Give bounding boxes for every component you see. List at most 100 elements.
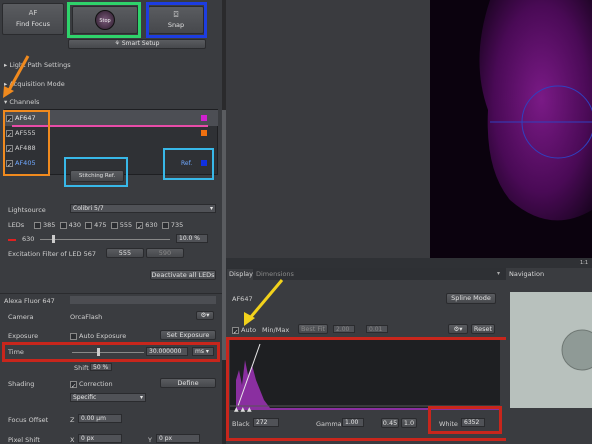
- smart-setup-icon: ⚘: [114, 40, 122, 47]
- set-exposure-button[interactable]: Set Exposure: [160, 330, 216, 340]
- led-wavelength: 385: [43, 221, 56, 229]
- checkbox-checked-icon[interactable]: ✓: [6, 144, 13, 154]
- led-wavelength: 555: [119, 221, 133, 229]
- channel-name: AF488: [15, 144, 36, 152]
- ref-label[interactable]: Ref.: [181, 160, 192, 167]
- find-focus-label: Find Focus: [16, 20, 50, 28]
- black-input[interactable]: 272: [253, 418, 279, 427]
- stitching-ref-button[interactable]: Stitching Ref.: [70, 170, 124, 182]
- checkbox-checked-icon[interactable]: ✓: [6, 129, 13, 139]
- pixel-y-input[interactable]: 0 px: [156, 434, 200, 443]
- camera-icon: ⌼: [173, 10, 179, 19]
- channel-color-swatch-af555[interactable]: [201, 130, 207, 136]
- find-focus-button[interactable]: AF Find Focus: [2, 3, 64, 35]
- channel-color-line: [12, 125, 208, 127]
- shift-input[interactable]: 50 %: [90, 363, 112, 371]
- channel-row-selected: [4, 110, 218, 126]
- deactivate-leds-button[interactable]: Deactivate all LEDs: [150, 270, 216, 280]
- histogram-markers[interactable]: ▲ ▲ ▲: [234, 406, 252, 413]
- spline-mode-button[interactable]: Spline Mode: [446, 293, 496, 304]
- navigation-preview[interactable]: [510, 292, 592, 408]
- lightsource-label: Lightsource: [8, 206, 46, 214]
- lightsource-select[interactable]: Colibri 5/7 ▾: [70, 204, 216, 213]
- channel-row-af647[interactable]: ✓ AF647: [6, 114, 36, 124]
- gear-icon: ⚙▾: [453, 325, 463, 333]
- smart-setup-button[interactable]: ⚘ Smart Setup: [68, 39, 206, 49]
- snap-label: Snap: [167, 21, 185, 29]
- correction-toggle[interactable]: ✓ Correction: [70, 380, 113, 390]
- channel-color-swatch-af405[interactable]: [201, 160, 207, 166]
- divider: [0, 293, 222, 294]
- channel-name: AF555: [15, 129, 36, 137]
- intensity-slider-handle[interactable]: [52, 235, 55, 243]
- black-label: Black: [232, 420, 250, 428]
- channel-name: AF647: [15, 114, 36, 122]
- led-wavelength: 735: [170, 221, 184, 229]
- stop-icon: Stop: [95, 10, 115, 30]
- excitation-filter-label: Excitation Filter of LED 567: [8, 250, 96, 258]
- led-checkbox[interactable]: [34, 221, 41, 229]
- led-checkbox[interactable]: [85, 221, 93, 229]
- white-input[interactable]: 6352: [461, 418, 485, 427]
- find-focus-icon: AF: [28, 9, 38, 17]
- microscope-image[interactable]: [430, 0, 592, 258]
- pixel-x-input[interactable]: 0 px: [78, 434, 122, 443]
- time-input[interactable]: 30.000000: [146, 347, 188, 356]
- led-checkbox-checked[interactable]: ✓: [136, 221, 144, 231]
- led-checkbox[interactable]: [59, 221, 67, 229]
- reset-button[interactable]: Reset: [471, 324, 495, 334]
- best-fit-button[interactable]: Best Fit: [298, 324, 328, 334]
- auto-exposure-toggle[interactable]: Auto Exposure: [70, 332, 126, 340]
- led-wavelength: 475: [94, 221, 107, 229]
- histogram-chart: [230, 343, 500, 410]
- camera-section-title: Alexa Fluor 647: [4, 297, 55, 305]
- led-checkbox[interactable]: [110, 221, 118, 229]
- gamma-preset-045[interactable]: 0.45: [381, 418, 399, 428]
- display-settings-button[interactable]: ⚙▾: [448, 324, 468, 334]
- led-checkbox[interactable]: [161, 221, 169, 229]
- gamma-input[interactable]: 1.00: [342, 418, 364, 427]
- time-slider-handle[interactable]: [97, 348, 100, 356]
- best-fit-value-1[interactable]: 2.00: [333, 325, 355, 333]
- time-slider-track[interactable]: [72, 352, 144, 353]
- channel-color-swatch-af647[interactable]: [201, 115, 207, 121]
- intensity-slider-track[interactable]: [40, 239, 170, 240]
- best-fit-value-2[interactable]: 0.01: [366, 325, 388, 333]
- camera-settings-button[interactable]: ⚙▾: [196, 311, 214, 320]
- tab-navigation[interactable]: Navigation: [507, 269, 547, 280]
- channel-row-af405[interactable]: ✓ AF405: [6, 159, 36, 169]
- histogram-area[interactable]: [230, 340, 500, 410]
- time-unit-select[interactable]: ms ▾: [192, 347, 214, 356]
- focus-offset-label: Focus Offset: [8, 416, 49, 424]
- shading-mode-select[interactable]: Specific ▾: [70, 393, 146, 402]
- checkbox-icon[interactable]: [70, 332, 77, 340]
- viewer-status-bar: [226, 258, 592, 268]
- active-led-label: 630: [22, 235, 35, 243]
- stop-button[interactable]: Stop: [72, 6, 138, 34]
- time-label: Time: [8, 348, 24, 356]
- intensity-input[interactable]: 10.0 %: [176, 234, 208, 243]
- checkbox-checked-icon[interactable]: ✓: [70, 380, 77, 390]
- dropdown-icon: ▾: [209, 205, 213, 212]
- led-wavelength: 630: [145, 221, 158, 229]
- channel-row-af488[interactable]: ✓ AF488: [6, 144, 36, 154]
- checkbox-checked-icon[interactable]: ✓: [6, 159, 13, 169]
- checkbox-checked-icon[interactable]: ✓: [6, 114, 13, 124]
- correction-label: Correction: [79, 380, 113, 388]
- overview-image-icon: [510, 292, 592, 408]
- fluorescence-image-icon: [430, 0, 592, 258]
- focus-offset-input[interactable]: 0.00 µm: [78, 414, 122, 423]
- camera-value: OrcaFlash: [70, 313, 103, 321]
- gamma-preset-10[interactable]: 1.0: [401, 418, 417, 428]
- channel-name: AF405: [15, 159, 36, 167]
- pixel-y-label: Y: [148, 436, 152, 444]
- panel-menu-icon[interactable]: ▾: [497, 270, 500, 277]
- channel-row-af555[interactable]: ✓ AF555: [6, 129, 36, 139]
- shading-label: Shading: [8, 380, 35, 388]
- pixel-shift-label: Pixel Shift: [8, 436, 40, 444]
- excitation-option-590[interactable]: 590: [146, 248, 184, 258]
- excitation-option-555[interactable]: 555: [106, 248, 144, 258]
- pixel-x-label: X: [70, 436, 75, 444]
- define-button[interactable]: Define: [160, 378, 216, 388]
- snap-button[interactable]: ⌼ Snap: [148, 6, 204, 34]
